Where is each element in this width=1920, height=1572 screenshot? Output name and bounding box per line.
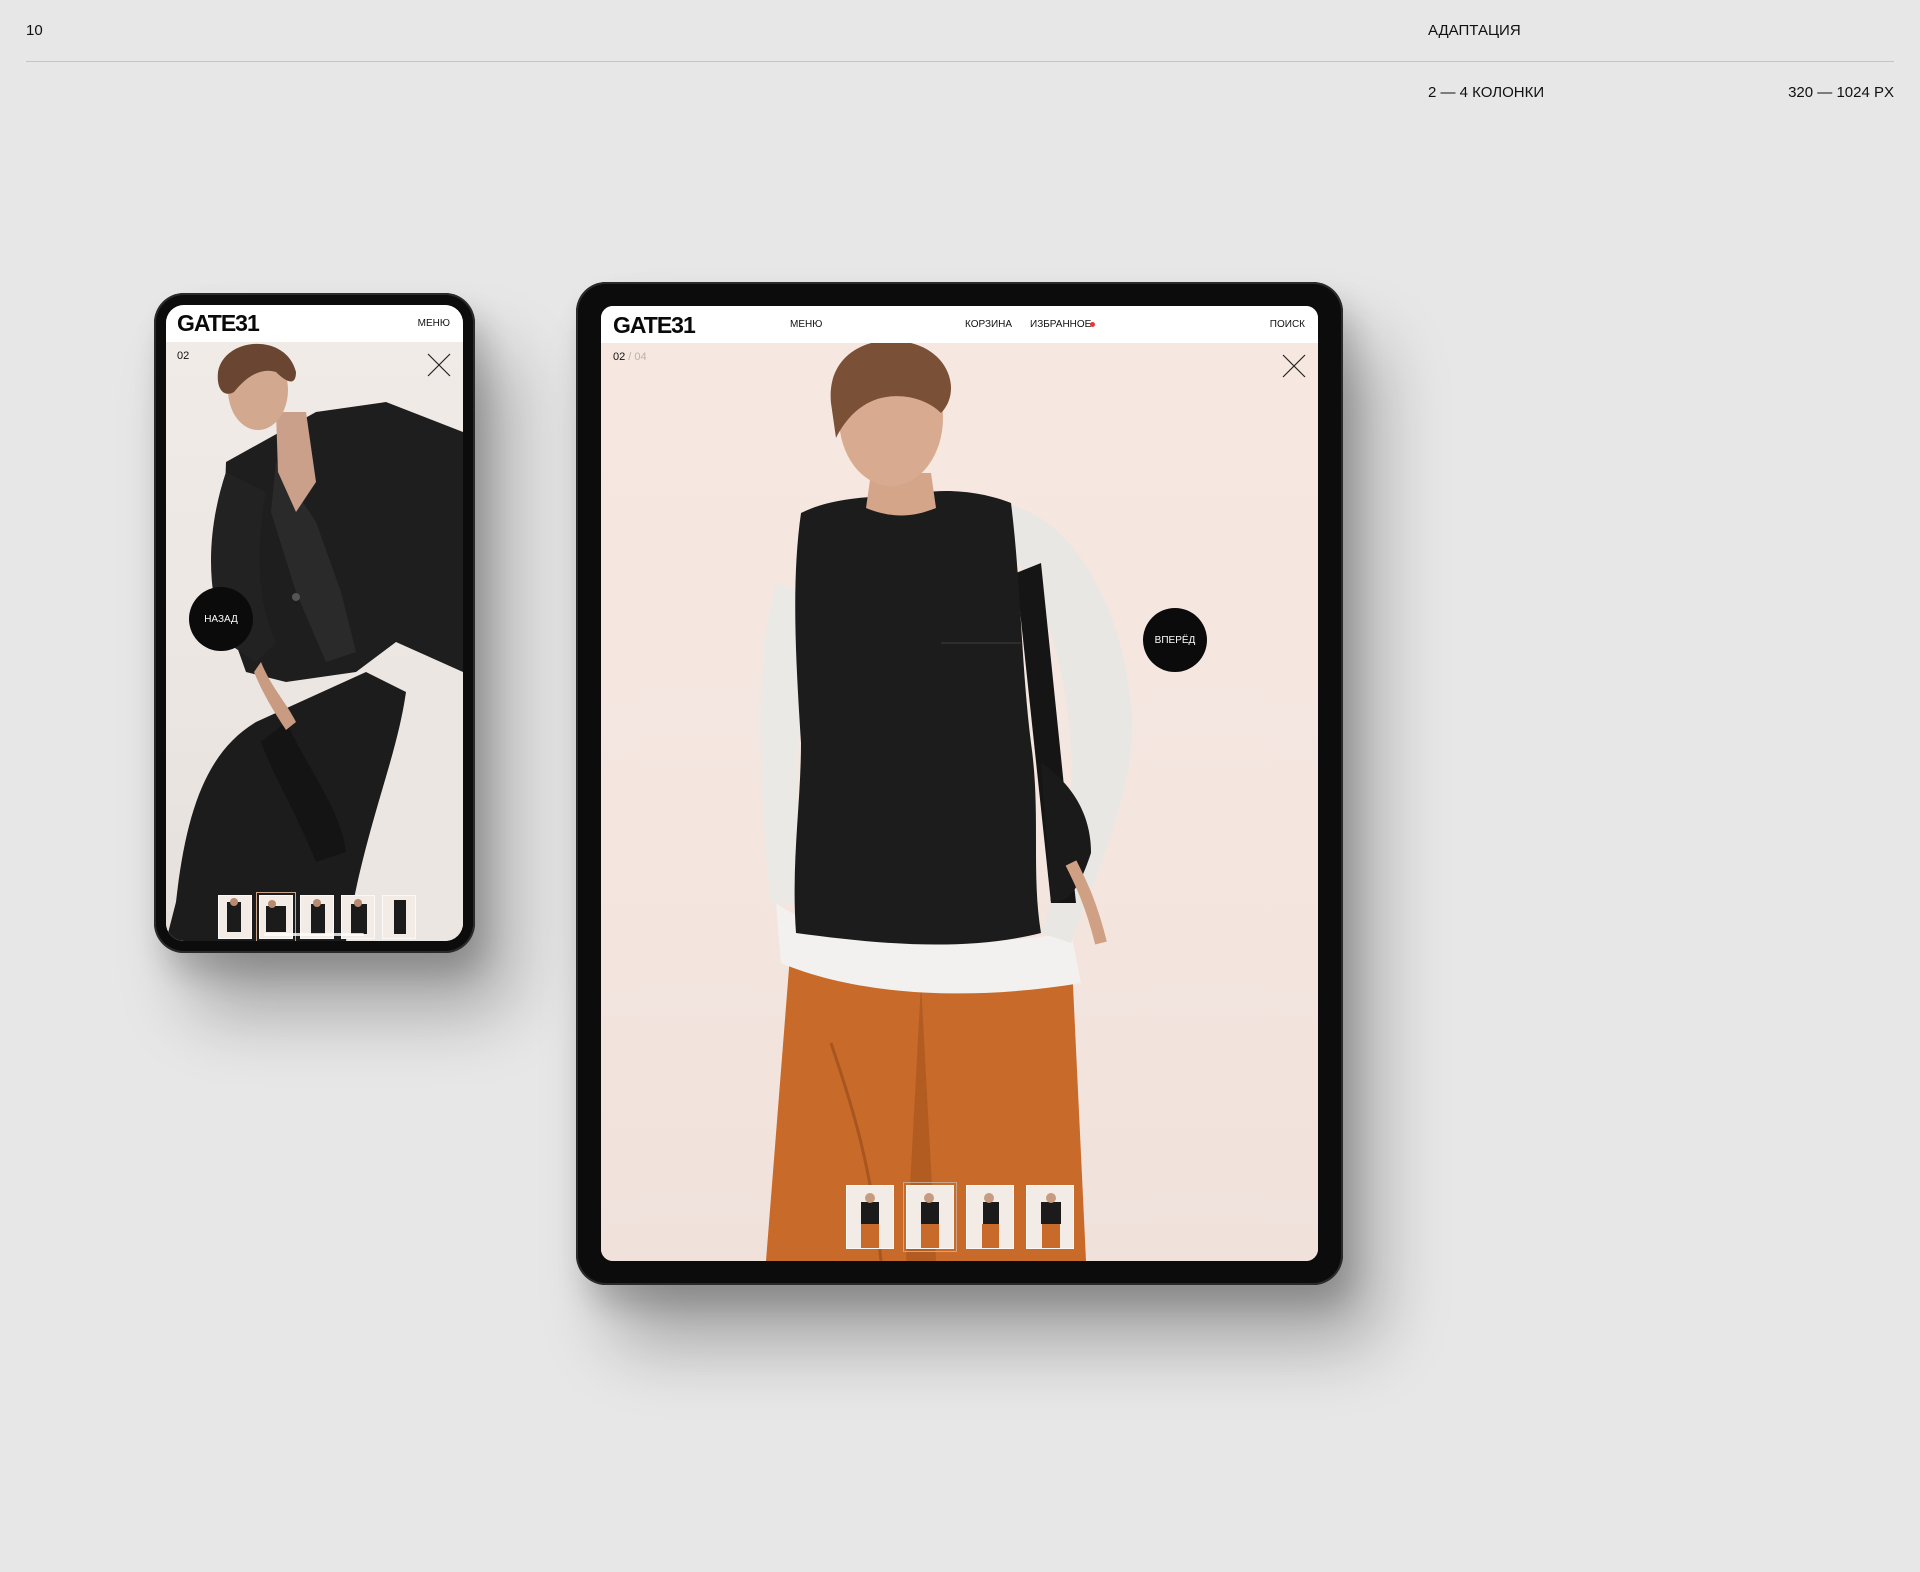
thumbnail-strip [846,1182,1074,1252]
thumbnail[interactable] [382,895,416,939]
thumbnail[interactable] [846,1185,894,1249]
product-photo: 02 НАЗАД [166,342,463,941]
thumbnail[interactable] [1026,1185,1074,1249]
phone-mockup: GATE31 МЕНЮ 02 НАЗАД [154,293,475,953]
menu-link[interactable]: МЕНЮ [418,318,450,329]
counter-current: 02 [613,351,626,363]
slide-counter: 02 [177,350,189,362]
favorites-dot-icon [1090,322,1095,327]
product-photo: 02 / 04 ВПЕРЁД [601,343,1318,1261]
menu-link[interactable]: МЕНЮ [790,319,822,330]
favorites-link[interactable]: ИЗБРАННОЕ [1030,319,1091,330]
tablet-screen: GATE31 МЕНЮ КОРЗИНА ИЗБРАННОЕ ПОИСК 02 /… [601,306,1318,1261]
close-icon[interactable] [1280,352,1308,380]
logo[interactable]: GATE31 [177,310,260,337]
logo[interactable]: GATE31 [613,312,696,339]
search-link[interactable]: ПОИСК [1270,319,1305,330]
thumbnail-active[interactable] [903,1182,957,1252]
tablet-site-header: GATE31 МЕНЮ КОРЗИНА ИЗБРАННОЕ ПОИСК [601,306,1318,343]
width-range-label: 320 — 1024 PX [1788,84,1894,101]
counter-total: 04 [634,351,647,363]
section-title: АДАПТАЦИЯ [1428,22,1521,39]
columns-label: 2 — 4 КОЛОНКИ [1428,84,1545,101]
back-button[interactable]: НАЗАД [189,587,253,651]
header-divider [26,61,1894,62]
slide-counter: 02 / 04 [613,351,647,363]
thumbnail[interactable] [966,1185,1014,1249]
model-in-vest-image [760,343,1133,1261]
counter-current: 02 [177,350,190,362]
thumbnail[interactable] [218,895,252,939]
cart-link[interactable]: КОРЗИНА [965,319,1012,330]
phone-screen: GATE31 МЕНЮ 02 НАЗАД [166,305,463,941]
tablet-mockup: GATE31 МЕНЮ КОРЗИНА ИЗБРАННОЕ ПОИСК 02 /… [576,282,1343,1285]
phone-site-header: GATE31 МЕНЮ [166,305,463,342]
page-number: 10 [26,22,43,39]
next-button[interactable]: ВПЕРЁД [1143,608,1207,672]
home-indicator [264,933,364,936]
close-icon[interactable] [425,351,453,379]
